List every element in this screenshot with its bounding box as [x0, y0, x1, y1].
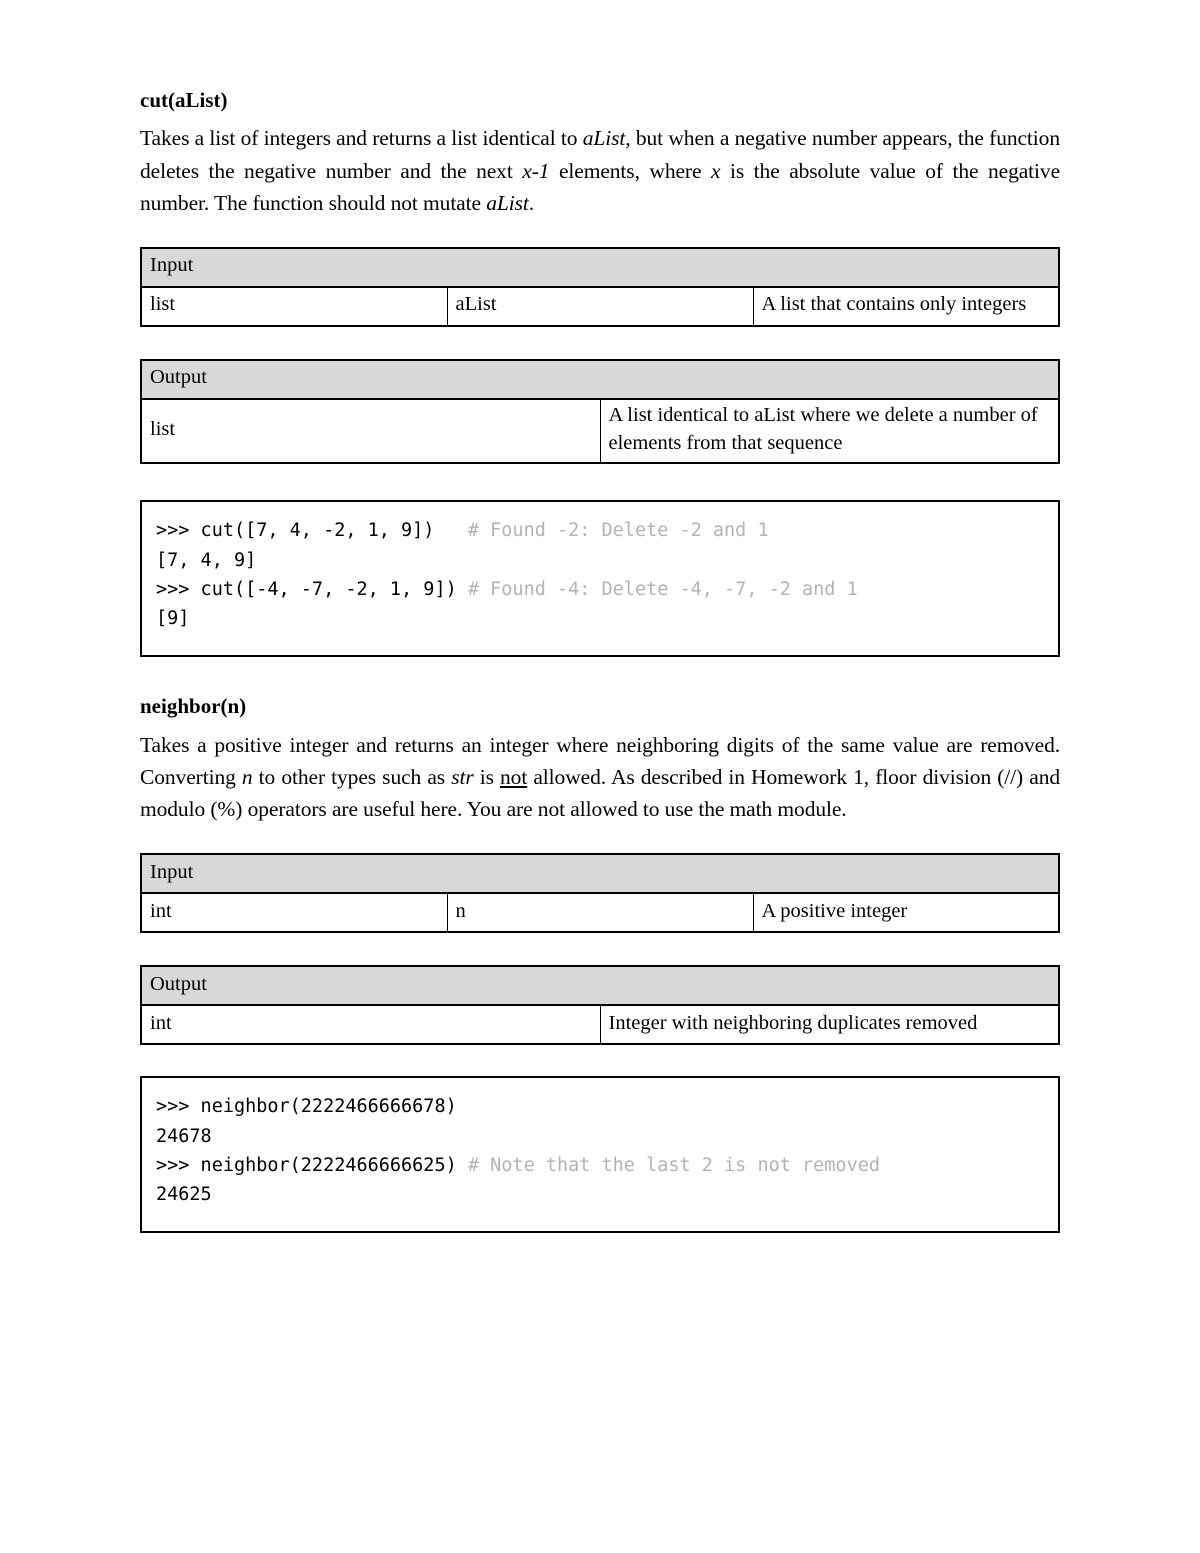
heading-gap — [140, 114, 1060, 122]
table-header-row: Input — [140, 247, 1060, 289]
text-run: to other types such as — [252, 764, 452, 789]
table-row: int n A positive integer — [140, 892, 1060, 933]
input-description-cell: A positive integer — [752, 892, 1060, 933]
page-title-cut: cut(aList) — [140, 88, 228, 112]
code-comment: # Note that the last 2 is not removed — [467, 1154, 880, 1176]
code-line: >>> cut([7, 4, -2, 1, 9]) # Found -2: De… — [156, 516, 1058, 545]
output-description-cell: Integer with neighboring duplicates remo… — [599, 1004, 1060, 1045]
code-line: >>> neighbor(2222466666625) # Note that … — [156, 1151, 1058, 1180]
table-header-row: Input — [140, 853, 1060, 895]
input-table-header-label: Input — [140, 247, 1060, 289]
input-table-header-label: Input — [140, 853, 1060, 895]
output-table-cut: Output list A list identical to aList wh… — [140, 359, 1060, 465]
code-example-cut: >>> cut([7, 4, -2, 1, 9]) # Found -2: De… — [140, 500, 1060, 658]
output-table-header-label: Output — [140, 965, 1060, 1007]
input-table-cut: Input list aList A list that contains on… — [140, 247, 1060, 328]
code-line: >>> cut([-4, -7, -2, 1, 9]) # Found -4: … — [156, 575, 1058, 604]
top-margin-spacer — [140, 0, 1060, 86]
input-type-cell: int — [140, 892, 448, 933]
table-header-row: Output — [140, 965, 1060, 1007]
code-text: 24678 — [156, 1125, 212, 1147]
document-page: cut(aList) Takes a list of integers and … — [140, 0, 1060, 1234]
page-title-neighbor: neighbor(n) — [140, 694, 247, 719]
text-run: is — [473, 764, 501, 789]
gap-between-sections — [140, 657, 1060, 692]
code-line: 24625 — [156, 1180, 1058, 1209]
code-text: >>> neighbor(2222466666678) — [156, 1096, 457, 1118]
text-run: str — [451, 764, 474, 789]
description-neighbor: Takes a positive integer and returns an … — [140, 729, 1060, 826]
code-text: >>> cut([-4, -7, -2, 1, 9]) — [156, 578, 468, 600]
code-text: [9] — [156, 608, 190, 630]
code-line: 24678 — [156, 1122, 1058, 1151]
gap-between-tables — [140, 933, 1060, 965]
gap-before-input-table — [140, 219, 1060, 247]
code-line: [9] — [156, 604, 1058, 633]
output-table-header-label: Output — [140, 359, 1060, 401]
gap-between-tables — [140, 327, 1060, 359]
table-row: list aList A list that contains only int… — [140, 286, 1060, 327]
text-run: aList — [582, 126, 626, 151]
code-line: >>> neighbor(2222466666678) — [156, 1092, 1058, 1121]
code-text: >>> cut([7, 4, -2, 1, 9]) — [156, 520, 468, 542]
input-type-cell: list — [140, 286, 448, 327]
text-run: x-1 — [522, 158, 550, 183]
code-comment: # Found -2: Delete -2 and 1 — [467, 520, 769, 542]
input-description-cell: A list that contains only integers — [752, 286, 1060, 327]
code-text: 24625 — [156, 1184, 212, 1206]
description-cut: Takes a list of integers and returns a l… — [140, 122, 1060, 219]
section-cut: cut(aList) Takes a list of integers and … — [140, 86, 1060, 658]
code-comment: # Found -4: Delete -4, -7, -2 and 1 — [467, 578, 858, 600]
text-run: elements, where — [549, 158, 711, 183]
code-text: [7, 4, 9] — [156, 549, 257, 571]
section-neighbor: neighbor(n) Takes a positive integer and… — [140, 692, 1060, 1234]
input-name-cell: aList — [446, 286, 754, 327]
output-type-cell: int — [140, 1004, 601, 1045]
code-line: [7, 4, 9] — [156, 546, 1058, 575]
table-row: int Integer with neighboring duplicates … — [140, 1004, 1060, 1045]
output-description-cell: A list identical to aList where we delet… — [599, 398, 1060, 464]
code-text: >>> neighbor(2222466666625) — [156, 1154, 468, 1176]
heading-gap — [140, 721, 1060, 729]
text-run: . — [528, 190, 535, 215]
input-name-cell: n — [446, 892, 754, 933]
table-header-row: Output — [140, 359, 1060, 401]
text-run: not — [500, 764, 528, 789]
gap-before-code-block — [140, 1045, 1060, 1076]
output-table-neighbor: Output int Integer with neighboring dupl… — [140, 965, 1060, 1046]
output-type-cell: list — [140, 398, 601, 464]
gap-before-input-table — [140, 825, 1060, 853]
table-row: list A list identical to aList where we … — [140, 398, 1060, 464]
text-run: aList — [486, 190, 529, 215]
input-table-neighbor: Input int n A positive integer — [140, 853, 1060, 934]
gap-before-code-block — [140, 464, 1060, 500]
text-run: Takes a list of integers and returns a l… — [140, 126, 583, 151]
code-example-neighbor: >>> neighbor(2222466666678) 24678 >>> neig… — [140, 1076, 1060, 1234]
text-run: n — [241, 764, 253, 789]
